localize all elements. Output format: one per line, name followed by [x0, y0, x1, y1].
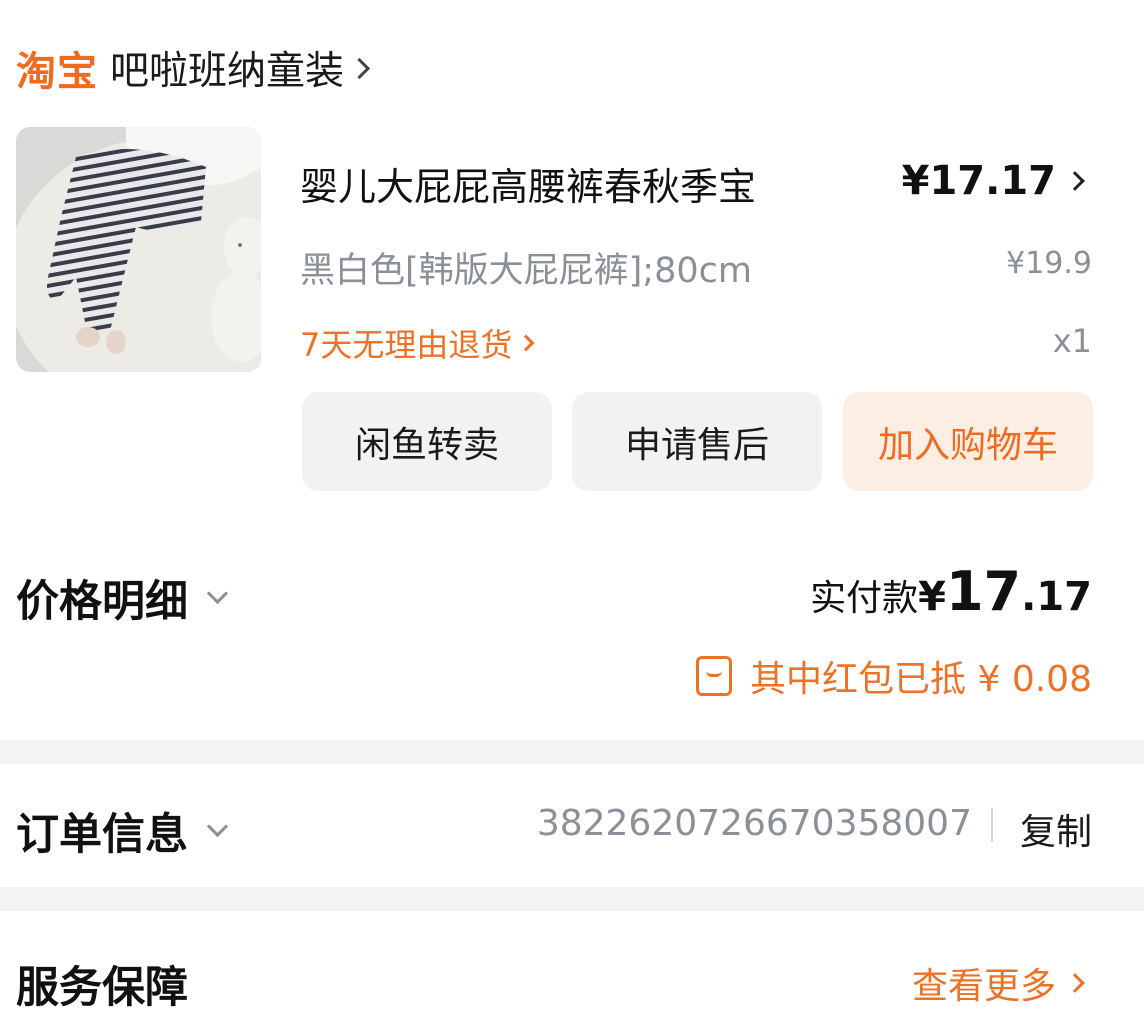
- chevron-right-icon: [348, 57, 371, 79]
- resell-button[interactable]: 闲鱼转卖: [302, 392, 552, 491]
- paid-label: 实付款: [810, 578, 919, 619]
- chevron-right-icon: [517, 334, 535, 352]
- chevron-down-icon: [206, 815, 229, 837]
- order-info-label: 订单信息: [16, 810, 188, 860]
- item-price[interactable]: ¥17.17: [901, 158, 1085, 204]
- copy-order-button[interactable]: 复制: [1020, 803, 1092, 855]
- paid-integer: 17: [945, 560, 1022, 623]
- chevron-right-icon: [1065, 171, 1085, 191]
- chevron-right-icon: [1065, 973, 1085, 993]
- product-title[interactable]: 婴儿大屁屁高腰裤春秋季宝: [300, 156, 756, 211]
- after-sales-button[interactable]: 申请售后: [572, 392, 822, 491]
- add-to-cart-button[interactable]: 加入购物车: [843, 392, 1093, 491]
- red-packet-text: 其中红包已抵 ¥ 0.08: [750, 659, 1092, 700]
- original-price: ¥19.9: [1006, 246, 1092, 281]
- section-divider: [0, 740, 1144, 764]
- paid-decimal: .17: [1021, 574, 1092, 620]
- vertical-separator: [991, 808, 993, 842]
- returns-policy-link[interactable]: 7天无理由退货: [300, 320, 535, 366]
- price-detail-toggle[interactable]: 价格明细: [16, 567, 229, 629]
- chevron-down-icon: [206, 582, 229, 604]
- taobao-logo: 淘宝: [16, 49, 98, 95]
- order-info-toggle[interactable]: 订单信息: [16, 800, 229, 862]
- see-more-link[interactable]: 查看更多: [911, 957, 1085, 1009]
- order-item-card: 淘宝 吧啦班纳童装 婴儿大屁屁高腰裤春秋季宝 ¥17.17 黑白色[韩版大屁屁裤…: [0, 0, 1144, 740]
- service-guarantee-title: 服务保障: [16, 963, 188, 1013]
- red-packet-deduction: 其中红包已抵 ¥ 0.08: [696, 650, 1092, 702]
- returns-policy-label: 7天无理由退货: [300, 326, 513, 364]
- product-thumbnail[interactable]: [16, 127, 261, 372]
- price-detail-label: 价格明细: [16, 577, 188, 627]
- shop-header[interactable]: 淘宝 吧啦班纳童装: [16, 38, 371, 98]
- section-divider: [0, 887, 1144, 911]
- shop-name[interactable]: 吧啦班纳童装: [110, 40, 344, 96]
- quantity: x1: [1052, 322, 1092, 360]
- see-more-label: 查看更多: [911, 966, 1056, 1007]
- product-sku: 黑白色[韩版大屁屁裤];80cm: [300, 251, 752, 291]
- paid-currency: ¥: [918, 574, 946, 620]
- red-packet-icon: [696, 656, 733, 696]
- paid-amount: 实付款 ¥ 17 .17: [810, 560, 1092, 623]
- order-number: 3822620726670358007: [536, 803, 972, 844]
- item-price-value: ¥17.17: [901, 158, 1056, 204]
